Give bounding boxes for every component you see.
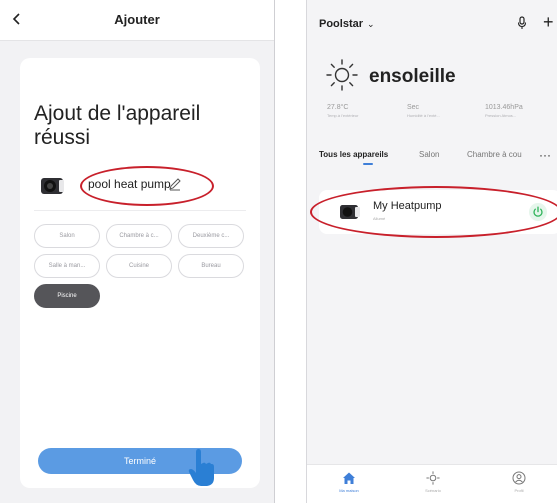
add-device-screen: Ajouter Ajout de l'appareil réussi pool …	[0, 0, 275, 503]
sun-icon	[326, 59, 358, 91]
page-title: Ajouter	[114, 12, 160, 27]
highlight-ellipse	[80, 166, 214, 206]
nav-label: Profil	[514, 488, 524, 493]
room-chip-piscine[interactable]: Piscine	[34, 284, 100, 308]
microphone-icon[interactable]	[517, 16, 527, 30]
success-title: Ajout de l'appareil réussi	[34, 102, 201, 149]
success-card: Ajout de l'appareil réussi pool heat pum…	[20, 58, 260, 488]
stat-pressure: 1013.46hPa Pression Atmos...	[485, 104, 555, 118]
stat-label: Temp.à l'extérieur	[327, 113, 359, 118]
nav-scenario[interactable]: Scénario	[403, 471, 463, 493]
add-icon[interactable]: +	[543, 13, 554, 31]
highlight-ellipse	[310, 186, 557, 238]
home-icon	[343, 472, 355, 484]
tab-indicator	[363, 163, 373, 165]
stat-label: Humidité à l'exté...	[407, 113, 440, 118]
home-selector[interactable]: Poolstar	[319, 18, 363, 30]
sun-icon	[426, 471, 440, 485]
stat-value: 27.8°C	[327, 104, 349, 111]
bottom-navigation: Ma maison Scénario Profil	[307, 464, 557, 503]
header: Ajouter	[0, 0, 274, 41]
tab-salon[interactable]: Salon	[419, 150, 439, 159]
nav-home[interactable]: Ma maison	[319, 471, 379, 493]
weather-title: ensoleille	[369, 66, 456, 87]
room-tabs: Tous les appareils Salon Chambre à cou	[319, 150, 557, 166]
tab-all-devices[interactable]: Tous les appareils	[319, 150, 388, 159]
profile-icon	[512, 471, 526, 485]
stat-value: 1013.46hPa	[485, 104, 523, 111]
stat-temperature: 27.8°C Temp.à l'extérieur	[327, 104, 397, 118]
room-chip-chambre[interactable]: Chambre à c...	[106, 224, 172, 248]
home-screen: Poolstar ⌄ + ensoleille 27.8°C Temp.à l'…	[306, 0, 557, 503]
tap-hand-icon	[188, 449, 214, 486]
nav-label: Scénario	[425, 488, 441, 493]
nav-profile[interactable]: Profil	[489, 471, 549, 493]
room-chip-deuxieme[interactable]: Deuxième c...	[178, 224, 244, 248]
divider	[34, 210, 246, 211]
room-chip-bureau[interactable]: Bureau	[178, 254, 244, 278]
stat-value: Sec	[407, 104, 420, 111]
room-chip-cuisine[interactable]: Cuisine	[106, 254, 172, 278]
chevron-down-icon[interactable]: ⌄	[367, 19, 375, 30]
more-icon[interactable]: ···	[539, 148, 551, 162]
heat-pump-icon	[41, 178, 64, 194]
stat-humidity: Sec Humidité à l'exté...	[407, 104, 477, 118]
tab-chambre[interactable]: Chambre à cou	[467, 150, 522, 159]
nav-label: Ma maison	[339, 488, 359, 493]
room-chip-salon[interactable]: Salon	[34, 224, 100, 248]
stat-label: Pression Atmos...	[485, 113, 517, 118]
room-chip-salle[interactable]: Salle à man...	[34, 254, 100, 278]
